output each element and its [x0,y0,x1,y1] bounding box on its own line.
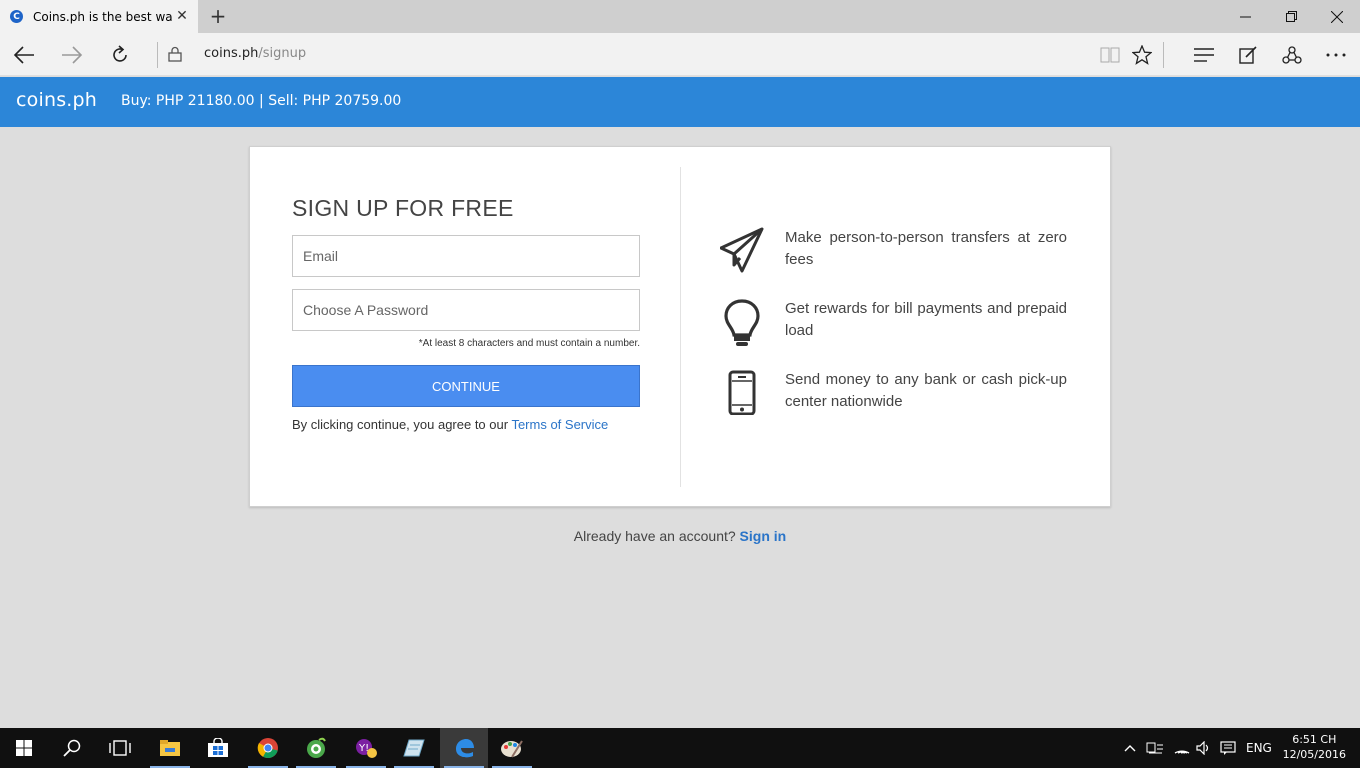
new-tab-icon[interactable]: + [207,4,229,28]
more-options-icon[interactable] [1322,41,1350,69]
paper-plane-icon [719,227,764,279]
browser-tab[interactable]: C Coins.ph is the best way ✕ [0,0,198,33]
input-method-icon[interactable] [1146,728,1164,768]
email-input[interactable] [292,235,640,277]
back-icon[interactable] [10,41,38,69]
smartphone-icon [720,369,764,421]
clock-date: 12/05/2016 [1282,748,1346,761]
feature-text: Get rewards for bill payments and prepai… [785,300,1067,339]
tab-title: Coins.ph is the best way [33,9,173,24]
lock-icon[interactable] [168,46,182,62]
nav-separator-right [1163,42,1164,68]
action-center-icon[interactable] [1220,728,1236,768]
url-host: coins.ph [204,46,259,61]
volume-icon[interactable] [1196,728,1212,768]
signup-heading: SIGN UP FOR FREE [292,195,514,221]
store-icon[interactable] [194,728,242,768]
hub-icon[interactable] [1190,41,1218,69]
price-ticker: Buy: PHP 21180.00 | Sell: PHP 20759.00 [121,93,402,109]
coccoc-browser-icon[interactable] [292,728,340,768]
password-input[interactable] [292,289,640,331]
minimize-icon[interactable] [1222,0,1268,33]
sign-in-link[interactable]: Sign in [740,528,787,544]
url-path: /signup [258,46,307,61]
system-clock[interactable]: 6:51 CH 12/05/2016 [1283,732,1346,762]
language-indicator[interactable]: ENG [1246,728,1272,768]
file-explorer-icon[interactable] [146,728,194,768]
task-view-icon[interactable] [96,728,144,768]
chrome-icon[interactable] [244,728,292,768]
share-icon[interactable] [1278,41,1306,69]
windows-taskbar: Y! ENG 6:51 CH 12/05/2016 [0,728,1360,768]
web-note-icon[interactable] [1234,41,1262,69]
nav-separator [157,42,158,68]
clock-time: 6:51 CH [1292,733,1337,746]
forward-icon[interactable] [58,41,86,69]
signup-card: SIGN UP FOR FREE *At least 8 characters … [249,146,1111,507]
paint-app-icon[interactable] [488,728,536,768]
lightbulb-icon [720,298,764,350]
wifi-icon[interactable] [1174,728,1190,768]
reading-view-icon[interactable] [1096,41,1124,69]
feature-text: Send money to any bank or cash pick-up c… [785,371,1067,410]
windows-start-icon[interactable] [0,728,48,768]
site-favicon-icon: C [10,10,23,23]
notes-app-icon[interactable] [390,728,438,768]
yahoo-messenger-icon[interactable]: Y! [342,728,390,768]
site-logo[interactable]: coins.ph [16,89,97,111]
terms-of-service-link[interactable]: Terms of Service [511,417,608,432]
search-icon[interactable] [48,728,96,768]
feature-text: Make person-to-person transfers at zero … [785,229,1067,268]
terms-text: By clicking continue, you agree to our T… [292,417,608,432]
browser-tab-bar: C Coins.ph is the best way ✕ + [0,0,1360,33]
restore-icon[interactable] [1268,0,1314,33]
close-tab-icon[interactable]: ✕ [174,8,190,24]
continue-button[interactable]: CONTINUE [292,365,640,407]
terms-prefix: By clicking continue, you agree to our [292,417,512,432]
close-window-icon[interactable] [1314,0,1360,33]
password-hint: *At least 8 characters and must contain … [418,338,640,349]
already-text: Already have an account? [573,528,740,544]
address-bar[interactable]: coins.ph/signup [204,46,306,61]
show-hidden-icons-icon[interactable] [1124,728,1136,768]
card-divider [680,167,681,487]
favorites-star-icon[interactable] [1128,41,1156,69]
already-have-account: Already have an account? Sign in [0,528,1360,544]
site-header: coins.ph Buy: PHP 21180.00 | Sell: PHP 2… [0,77,1360,127]
browser-nav-bar: coins.ph/signup [0,33,1360,76]
refresh-icon[interactable] [106,41,134,69]
edge-browser-icon[interactable] [440,728,488,768]
